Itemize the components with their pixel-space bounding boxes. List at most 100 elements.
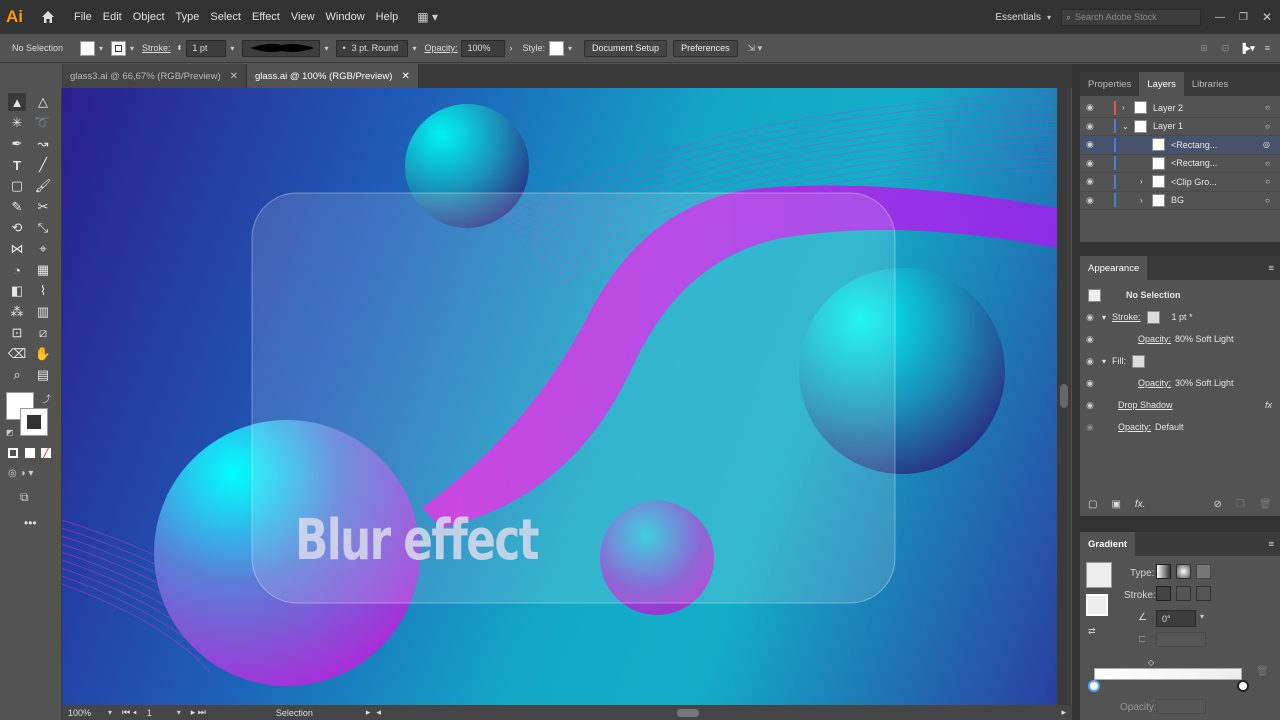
visibility-eye-icon[interactable]: ◉	[1086, 176, 1098, 187]
transform-icon[interactable]: ⊡	[1222, 43, 1230, 54]
layer-row[interactable]: ◉ <Rectang... ○	[1080, 155, 1280, 173]
panel-menu-icon[interactable]: ▐▸▾	[1239, 43, 1254, 54]
hand-tool-icon[interactable]: ✋	[34, 345, 52, 363]
menu-view[interactable]: View	[291, 11, 315, 23]
column-graph-tool-icon[interactable]: ▥	[34, 303, 52, 321]
stroke-color-swatch[interactable]	[20, 408, 48, 436]
gradient-ramp[interactable]	[1094, 668, 1242, 680]
layer-row[interactable]: ◉ ⌄ Layer 1 ○	[1080, 118, 1280, 136]
slice-tool-icon[interactable]: ⧄	[34, 324, 52, 342]
artboard-chevron-icon[interactable]: ▾	[177, 708, 181, 717]
menu-select[interactable]: Select	[210, 11, 241, 23]
minimize-window-button[interactable]: —	[1215, 12, 1225, 23]
screen-mode-icon[interactable]: ⧉	[20, 490, 29, 505]
pen-tool-icon[interactable]: ✒	[8, 135, 26, 153]
opacity-label[interactable]: Opacity:	[1138, 334, 1171, 344]
hscroll-right-icon[interactable]: ▸	[1061, 707, 1066, 718]
target-circle-icon[interactable]: ○	[1265, 103, 1270, 112]
headline-text[interactable]: Blur effect	[295, 508, 540, 573]
visibility-eye-icon[interactable]: ◉	[1086, 312, 1098, 323]
layer-name[interactable]: Layer 1	[1153, 121, 1183, 131]
target-circle-icon[interactable]: ○	[1265, 177, 1270, 186]
stroke-across-icon[interactable]	[1196, 586, 1211, 601]
style-chevron-icon[interactable]: ▾	[568, 44, 572, 53]
menu-edit[interactable]: Edit	[103, 11, 122, 23]
color-mode-icon[interactable]	[8, 448, 18, 458]
angle-field[interactable]: 0°	[1156, 610, 1196, 627]
tab-appearance[interactable]: Appearance	[1080, 256, 1148, 280]
gradient-stop-left[interactable]	[1088, 680, 1100, 692]
restore-window-button[interactable]: ❐	[1239, 12, 1248, 23]
target-circle-icon[interactable]: ○	[1265, 122, 1270, 131]
add-new-fill-icon[interactable]: ▣	[1111, 499, 1120, 510]
close-window-button[interactable]: ✕	[1262, 10, 1272, 24]
layer-row[interactable]: ◉ <Rectang... ◎	[1080, 136, 1280, 155]
stroke-value[interactable]: 1 pt *	[1172, 312, 1193, 322]
visibility-eye-icon[interactable]: ◉	[1086, 378, 1098, 389]
curvature-tool-icon[interactable]: ↝	[34, 135, 52, 153]
chevron-right-icon[interactable]: ›	[1140, 196, 1152, 205]
graphic-style-swatch[interactable]	[549, 40, 564, 56]
zoom-tool-icon[interactable]: ⌕	[8, 366, 26, 384]
lasso-tool-icon[interactable]: ➰	[34, 114, 52, 132]
opacity-label[interactable]: Opacity:	[1138, 378, 1171, 388]
layer-name[interactable]: <Rectang...	[1171, 158, 1217, 168]
symbol-sprayer-tool-icon[interactable]: ⁂	[8, 303, 26, 321]
menu-window[interactable]: Window	[326, 11, 365, 23]
hscroll-thumb[interactable]	[676, 709, 699, 717]
menu-help[interactable]: Help	[376, 11, 399, 23]
layer-row[interactable]: ◉ › Layer 2 ○	[1080, 99, 1280, 118]
panel-menu-icon[interactable]: ≡	[1268, 539, 1274, 550]
appearance-effect-row[interactable]: ◉ Drop Shadow fx	[1080, 394, 1280, 416]
chevron-right-icon[interactable]: ›	[1140, 177, 1152, 186]
stroke-label[interactable]: Stroke:	[1112, 312, 1141, 322]
visibility-eye-icon[interactable]: ◉	[1086, 121, 1098, 132]
control-bar-menu-icon[interactable]: ≡	[1265, 43, 1270, 53]
fill-swatch[interactable]	[1132, 354, 1146, 368]
delete-item-icon[interactable]: 🗑	[1259, 499, 1272, 510]
visibility-eye-icon[interactable]: ◉	[1086, 356, 1098, 367]
tab-properties[interactable]: Properties	[1080, 72, 1139, 96]
default-colors-icon[interactable]: ◩	[6, 428, 14, 437]
line-tool-icon[interactable]: ╱	[34, 156, 52, 174]
layer-name[interactable]: <Rectang...	[1171, 140, 1217, 150]
tab-layers[interactable]: Layers	[1139, 72, 1184, 96]
fill-swatch[interactable]	[80, 40, 95, 56]
shape-builder-tool-icon[interactable]: ◔	[8, 261, 26, 279]
layer-name[interactable]: Layer 2	[1153, 103, 1183, 113]
fill-label[interactable]: Fill:	[1112, 356, 1126, 366]
expand-chevron-icon[interactable]: ▾	[1102, 313, 1106, 322]
stroke-weight-field[interactable]: 1 pt	[186, 39, 227, 57]
appearance-opacity-row[interactable]: ◉ Opacity: Default	[1080, 416, 1280, 438]
menu-type[interactable]: Type	[176, 11, 200, 23]
fill-stroke-toggle[interactable]	[1086, 594, 1108, 616]
opacity-expand-icon[interactable]: ›	[509, 43, 512, 53]
eraser-tool-icon[interactable]: ⌫	[8, 345, 26, 363]
close-tab-icon[interactable]: ✕	[230, 71, 238, 82]
chevron-right-icon[interactable]: ›	[1122, 103, 1134, 112]
gradient-midpoint-icon[interactable]: ◇	[1148, 658, 1154, 667]
stroke-spinner-icon[interactable]: ⬍	[177, 44, 183, 52]
layer-row[interactable]: ◉ › <Clip Gro... ○	[1080, 173, 1280, 192]
zoom-level[interactable]: 100%	[68, 708, 108, 718]
artboard-tool-icon[interactable]: ⊡	[8, 324, 26, 342]
stroke-chevron-icon[interactable]: ▾	[130, 44, 134, 53]
visibility-eye-icon[interactable]: ◉	[1086, 195, 1098, 206]
target-circle-icon[interactable]: ○	[1265, 196, 1270, 205]
magic-wand-tool-icon[interactable]: ✳	[8, 114, 26, 132]
workspace-switcher[interactable]: Essentials	[995, 12, 1041, 23]
width-tool-icon[interactable]: ⋈	[8, 240, 26, 258]
brush-chevron-icon[interactable]: ▾	[412, 44, 416, 53]
panel-menu-icon[interactable]: ≡	[1268, 263, 1274, 274]
gradient-stop-right[interactable]	[1237, 680, 1249, 692]
next-artboard-icon[interactable]: ▸ ⏭	[191, 707, 206, 718]
hscroll-left-icon[interactable]: ◂	[376, 707, 381, 718]
selection-tool-icon[interactable]: ▲	[8, 93, 26, 111]
linear-gradient-button[interactable]	[1156, 564, 1171, 579]
profile-chevron-icon[interactable]: ▾	[324, 44, 328, 53]
visibility-eye-icon[interactable]: ◉	[1086, 139, 1098, 150]
status-menu-icon[interactable]: ▸	[366, 707, 371, 718]
delete-stop-icon[interactable]: 🗑	[1256, 666, 1269, 677]
fill-chevron-icon[interactable]: ▾	[99, 44, 103, 53]
clear-appearance-icon[interactable]: ⊘	[1213, 499, 1221, 510]
